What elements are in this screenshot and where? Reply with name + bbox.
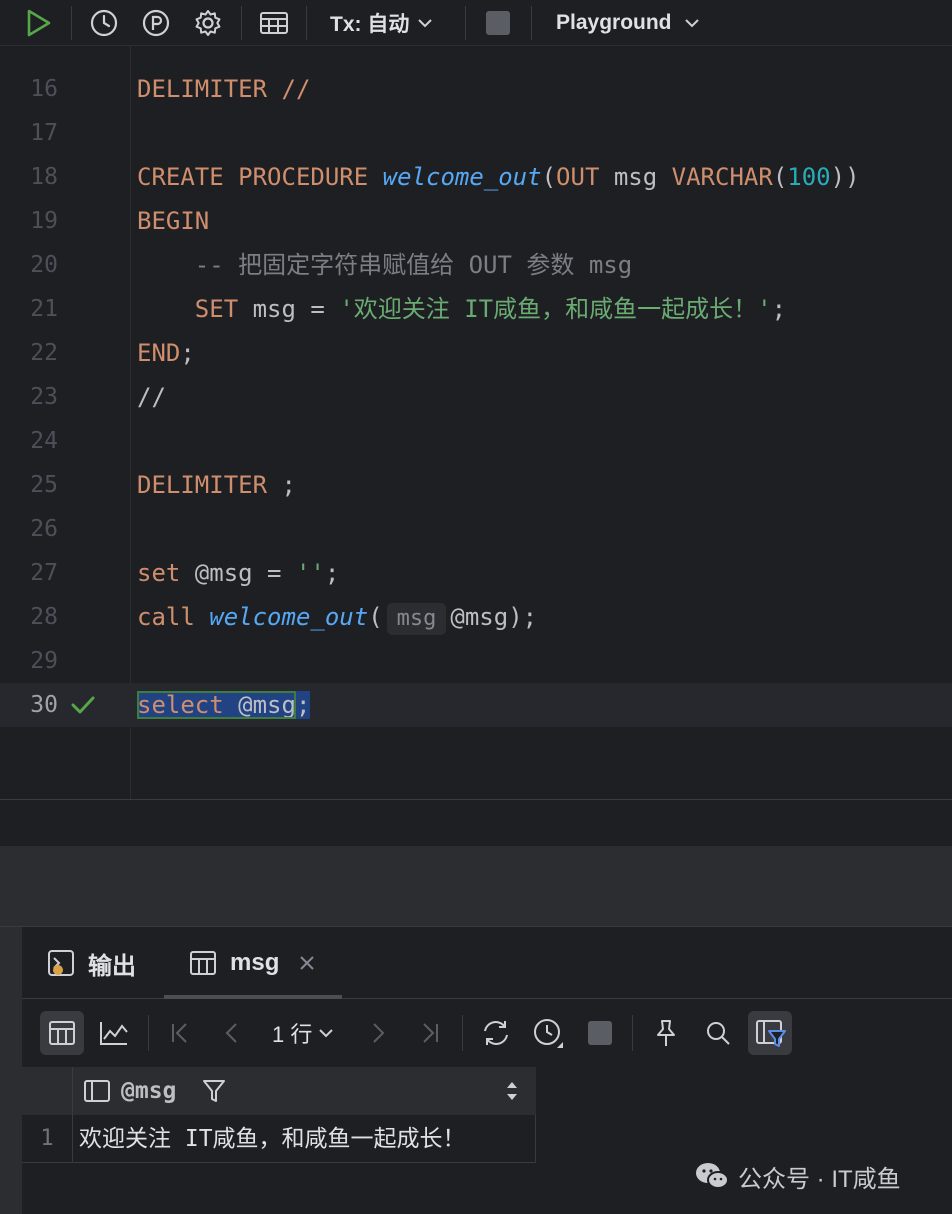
- refresh-icon[interactable]: [474, 1011, 518, 1055]
- code-text: END;: [137, 339, 195, 367]
- line-number: 29: [30, 648, 58, 674]
- search-icon[interactable]: [696, 1011, 740, 1055]
- sort-icon[interactable]: [505, 1080, 519, 1102]
- next-page-icon[interactable]: [356, 1011, 400, 1055]
- line-number: 24: [30, 428, 58, 454]
- line-number: 30: [30, 692, 58, 718]
- line-number: 18: [30, 164, 58, 190]
- chevron-down-icon: [684, 19, 699, 28]
- code-line[interactable]: 18 CREATE PROCEDURE welcome_out(OUT msg …: [0, 155, 952, 199]
- execution-success-check-icon: [70, 683, 98, 727]
- code-text: call welcome_out(msg @msg);: [137, 595, 537, 639]
- code-text: DELIMITER //: [137, 75, 311, 103]
- chevron-down-icon: [418, 19, 433, 28]
- line-number: 20: [30, 252, 58, 278]
- parameter-hint: msg: [386, 603, 447, 635]
- code-line[interactable]: 29: [0, 639, 952, 683]
- code-line[interactable]: 21 SET msg = '欢迎关注 IT咸鱼，和咸鱼一起成长！';: [0, 287, 952, 331]
- code-text: select @msg;: [137, 691, 311, 719]
- code-line[interactable]: 25 DELIMITER ;: [0, 463, 952, 507]
- watermark-text: 公众号 · IT咸鱼: [738, 1165, 901, 1193]
- code-line[interactable]: 27 set @msg = '';: [0, 551, 952, 595]
- close-icon[interactable]: [297, 953, 317, 973]
- line-number: 28: [30, 604, 58, 630]
- code-text: SET msg = '欢迎关注 IT咸鱼，和咸鱼一起成长！';: [194, 295, 787, 323]
- filter-view-icon[interactable]: [748, 1011, 792, 1055]
- table-view-icon[interactable]: [40, 1011, 84, 1055]
- line-number: 19: [30, 208, 58, 234]
- code-text: set @msg = '';: [137, 559, 340, 587]
- row-number: 1: [40, 1126, 54, 1151]
- stop-icon[interactable]: [480, 0, 516, 46]
- rows-count-label: 1 行: [272, 1022, 313, 1047]
- line-number: 23: [30, 384, 58, 410]
- sql-editor[interactable]: 16 DELIMITER // 17 18 CREATE PROCEDURE w…: [0, 46, 952, 799]
- line-number: 27: [30, 560, 58, 586]
- code-line[interactable]: 22 END;: [0, 331, 952, 375]
- column-icon: [84, 1080, 110, 1102]
- code-line-current[interactable]: 30 select @msg;: [0, 683, 952, 727]
- line-number: 26: [30, 516, 58, 542]
- pin-icon[interactable]: [644, 1011, 688, 1055]
- tab-msg[interactable]: msg: [188, 927, 317, 999]
- run-icon[interactable]: [18, 0, 58, 46]
- column-name: @msg: [121, 1078, 177, 1104]
- code-line[interactable]: 26: [0, 507, 952, 551]
- stop-icon[interactable]: [578, 1011, 622, 1055]
- results-toolbar: 1 行: [22, 999, 952, 1067]
- code-comment: -- 把固定字符串赋值给 OUT 参数 msg: [137, 251, 633, 279]
- table-cell[interactable]: 欢迎关注 IT咸鱼，和咸鱼一起成长！: [72, 1115, 536, 1163]
- editor-toolbar: Tx: 自动 Playground: [0, 0, 952, 46]
- code-line[interactable]: 16 DELIMITER //: [0, 67, 952, 111]
- first-page-icon[interactable]: [158, 1011, 202, 1055]
- filter-icon[interactable]: [201, 1078, 227, 1104]
- table-icon: [190, 951, 216, 975]
- code-text: CREATE PROCEDURE welcome_out(OUT msg VAR…: [137, 163, 860, 191]
- page-size-dropdown[interactable]: 1 行: [272, 1011, 334, 1055]
- tab-label: msg: [230, 949, 280, 976]
- line-number: 16: [30, 76, 58, 102]
- previous-page-icon[interactable]: [210, 1011, 254, 1055]
- playground-label: Playground: [556, 11, 672, 34]
- results-tabs: 输出 msg: [22, 927, 952, 999]
- code-text: //: [137, 383, 166, 411]
- wechat-icon: [696, 1163, 729, 1189]
- transaction-mode-label: Tx: 自动: [330, 13, 410, 36]
- history-icon[interactable]: [526, 1011, 570, 1055]
- chevron-down-icon: [319, 1029, 334, 1038]
- line-number: 25: [30, 472, 58, 498]
- history-icon[interactable]: [86, 0, 122, 46]
- parameters-icon[interactable]: [138, 0, 174, 46]
- line-number: 22: [30, 340, 58, 366]
- console-output-icon: [48, 950, 74, 976]
- code-line[interactable]: 23 //: [0, 375, 952, 419]
- line-number: 21: [30, 296, 58, 322]
- table-view-icon[interactable]: [256, 0, 292, 46]
- watermark: 公众号 · IT咸鱼: [694, 1158, 901, 1194]
- chart-view-icon[interactable]: [92, 1011, 136, 1055]
- table-row[interactable]: 1 欢迎关注 IT咸鱼，和咸鱼一起成长！: [22, 1115, 536, 1163]
- tab-output[interactable]: 输出: [46, 927, 136, 999]
- code-text: DELIMITER ;: [137, 471, 296, 499]
- tab-label: 输出: [88, 952, 136, 980]
- last-page-icon[interactable]: [408, 1011, 452, 1055]
- playground-dropdown[interactable]: Playground: [556, 0, 716, 46]
- code-line[interactable]: 20 -- 把固定字符串赋值给 OUT 参数 msg: [0, 243, 952, 287]
- line-number: 17: [30, 120, 58, 146]
- code-line[interactable]: 24: [0, 419, 952, 463]
- column-header[interactable]: @msg: [72, 1067, 536, 1115]
- transaction-mode-dropdown[interactable]: Tx: 自动: [330, 0, 450, 46]
- settings-gear-icon[interactable]: [190, 0, 226, 46]
- code-line[interactable]: 17: [0, 111, 952, 155]
- panel-divider: [0, 846, 952, 926]
- code-line[interactable]: 28 call welcome_out(msg @msg);: [0, 595, 952, 639]
- code-line[interactable]: 19 BEGIN: [0, 199, 952, 243]
- code-text: BEGIN: [137, 207, 210, 235]
